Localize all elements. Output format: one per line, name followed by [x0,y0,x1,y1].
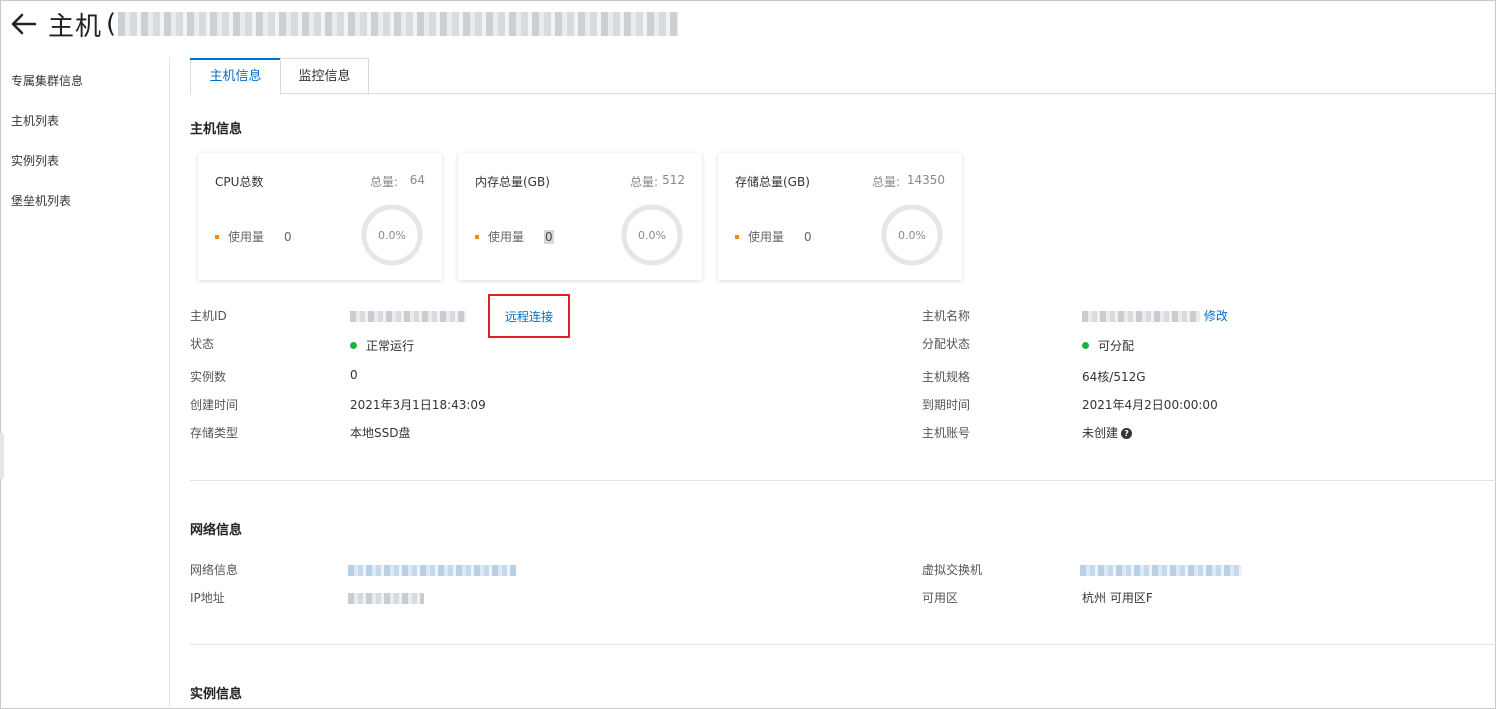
storage-card: 存储总量(GB) 总量: 14350 使用量 0 0.0% [718,153,962,280]
card-used-value: 0 [804,229,812,244]
card-used-label: 使用量 [748,230,785,244]
usage-dot-icon [215,234,219,239]
zone-value: 杭州 可用区F [1082,591,1153,605]
memory-card: 内存总量(GB) 总量: 512 使用量 0 0.0% [458,153,702,280]
card-total-label: 总量: [369,175,398,189]
card-title: 存储总量(GB) [735,175,810,189]
card-total-value: 512 [662,173,685,187]
section-title-host-info: 主机信息 [190,122,243,137]
ip-redacted [348,593,424,604]
tab-host-info[interactable]: 主机信息 [190,58,281,95]
card-usage: 使用量 0 [735,228,812,245]
created-value: 2021年3月1日18:43:09 [350,398,486,412]
usage-percent: 0.0% [638,229,666,242]
main-content: 主机信息 监控信息 主机信息 CPU总数 总量: 64 使用量 0 0.0% 内… [190,58,1496,702]
usage-ring-chart: 0.0% [881,204,943,266]
cpu-card: CPU总数 总量: 64 使用量 0 0.0% [198,153,442,280]
status-dot-icon [350,342,357,349]
ip-value [348,591,424,605]
vswitch-value [1080,563,1242,577]
network-label: 网络信息 [190,563,239,577]
host-id-value-redacted [350,309,466,323]
status-value: 正常运行 [350,337,414,354]
sidebar: 专属集群信息 主机列表 实例列表 堡垒机列表 [0,58,170,709]
instances-label: 实例数 [190,370,227,384]
usage-ring-chart: 0.0% [361,204,423,266]
page-header: 主机 ( [10,6,679,42]
host-name-redacted [1082,311,1200,322]
status-label: 状态 [190,337,215,351]
sidebar-item-cluster-info[interactable]: 专属集群信息 [0,58,169,98]
remote-connect-highlight: 远程连接 [488,294,570,338]
host-name-label: 主机名称 [922,309,971,323]
card-title: 内存总量(GB) [475,175,550,189]
alloc-status-label: 分配状态 [922,337,971,351]
card-total-value: 14350 [906,173,945,187]
tab-monitor-info[interactable]: 监控信息 [280,58,369,94]
network-value [348,563,516,577]
section-title-network-info: 网络信息 [190,523,243,538]
expire-value: 2021年4月2日00:00:00 [1082,398,1218,412]
edit-host-name-link[interactable]: 修改 [1204,309,1228,323]
question-circle-icon[interactable]: ? [1121,428,1133,439]
card-used-label: 使用量 [228,230,265,244]
host-account-text: 未创建 [1082,426,1119,440]
usage-ring-chart: 0.0% [621,204,683,266]
card-usage: 使用量 0 [215,228,292,245]
tab-bar: 主机信息 监控信息 [190,58,1496,95]
usage-dot-icon [735,234,739,239]
status-text: 正常运行 [366,339,415,353]
network-link-redacted[interactable] [348,565,516,576]
card-title: CPU总数 [215,175,264,189]
divider [190,480,1496,481]
vswitch-label: 虚拟交换机 [922,563,983,577]
sidebar-item-instance-list[interactable]: 实例列表 [0,138,169,178]
host-spec-value: 64核/512G [1082,370,1146,384]
divider [190,644,1496,645]
alloc-status-value: 可分配 [1082,337,1134,354]
card-total-label: 总量: [629,175,658,189]
storage-type-value: 本地SSD盘 [350,426,411,440]
alloc-dot-icon [1082,342,1089,349]
usage-percent: 0.0% [898,229,926,242]
zone-label: 可用区 [922,591,959,605]
host-id-label: 主机ID [190,309,227,323]
page-title: 主机 [48,11,103,42]
storage-type-label: 存储类型 [190,426,239,440]
alloc-text: 可分配 [1098,339,1135,353]
card-used-value: 0 [544,229,554,244]
created-label: 创建时间 [190,398,239,412]
card-used-label: 使用量 [488,230,525,244]
host-account-label: 主机账号 [922,426,971,440]
host-id-redacted [118,12,679,36]
sidebar-item-bastion-list[interactable]: 堡垒机列表 [0,178,169,218]
card-total-value: 64 [409,173,425,187]
host-name-value: 修改 [1082,307,1228,324]
ip-label: IP地址 [190,591,225,605]
usage-dot-icon [475,234,479,239]
host-account-value: 未创建? [1082,424,1133,441]
remote-connect-link[interactable]: 远程连接 [505,308,553,325]
host-spec-label: 主机规格 [922,370,971,384]
sidebar-item-host-list[interactable]: 主机列表 [0,98,169,138]
arrow-left-icon[interactable] [10,10,38,38]
card-used-value: 0 [284,229,292,244]
card-total-label: 总量: [871,175,900,189]
instances-value: 0 [350,368,358,382]
vswitch-link-redacted[interactable] [1080,565,1242,576]
section-title-instance-info: 实例信息 [190,687,243,702]
card-usage: 使用量 0 [475,228,554,245]
title-paren: ( [106,9,117,39]
expire-label: 到期时间 [922,398,971,412]
usage-percent: 0.0% [378,229,406,242]
sidebar-collapse-handle[interactable] [0,433,4,479]
